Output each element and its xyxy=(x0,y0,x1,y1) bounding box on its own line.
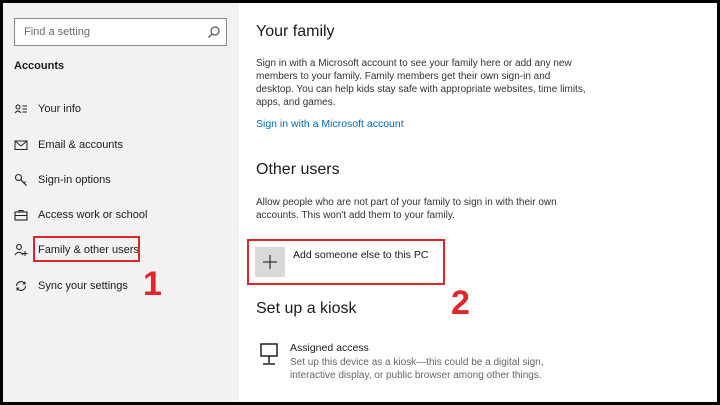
key-icon xyxy=(14,173,27,186)
step-number-1: 1 xyxy=(143,265,162,303)
search-placeholder: Find a setting xyxy=(24,26,91,38)
search-icon xyxy=(208,26,220,38)
main-content: Your family Sign in with a Microsoft acc… xyxy=(239,3,717,402)
kiosk-heading: Set up a kiosk xyxy=(256,300,357,317)
sidebar: Find a setting Accounts Your info Email … xyxy=(3,3,239,402)
other-users-description: Allow people who are not part of your fa… xyxy=(256,197,557,221)
step-number-2: 2 xyxy=(451,284,470,322)
other-users-heading: Other users xyxy=(256,161,340,178)
envelope-icon xyxy=(14,140,28,150)
microsoft-account-link[interactable]: Sign in with a Microsoft account xyxy=(256,118,404,130)
kiosk-icon xyxy=(260,343,278,365)
sidebar-item-email-accounts[interactable]: Email & accounts xyxy=(14,133,224,157)
sidebar-item-label: Sign-in options xyxy=(38,174,111,186)
sidebar-item-access-work-school[interactable]: Access work or school xyxy=(14,203,224,227)
sidebar-item-your-info[interactable]: Your info xyxy=(14,97,224,121)
person-card-icon xyxy=(14,104,27,114)
sidebar-item-label: Access work or school xyxy=(38,209,148,221)
briefcase-icon xyxy=(14,210,28,221)
sidebar-item-label: Sync your settings xyxy=(38,280,128,292)
search-input[interactable]: Find a setting xyxy=(14,18,227,46)
sidebar-item-label: Your info xyxy=(38,103,82,115)
person-add-icon xyxy=(14,244,28,256)
sidebar-item-sign-in-options[interactable]: Sign-in options xyxy=(14,168,224,192)
settings-window: Find a setting Accounts Your info Email … xyxy=(0,0,720,405)
assigned-access-title[interactable]: Assigned access xyxy=(290,342,369,354)
your-family-heading: Your family xyxy=(256,23,335,40)
sidebar-item-sync-settings[interactable]: Sync your settings xyxy=(14,274,224,298)
highlight-box-add-user xyxy=(247,239,445,285)
assigned-access-description: Set up this device as a kiosk—this could… xyxy=(290,357,544,381)
your-family-description: Sign in with a Microsoft account to see … xyxy=(256,58,586,108)
sync-icon xyxy=(15,281,27,291)
section-title: Accounts xyxy=(14,60,65,72)
sidebar-item-label: Email & accounts xyxy=(38,139,123,151)
highlight-box-family-users xyxy=(33,236,140,262)
